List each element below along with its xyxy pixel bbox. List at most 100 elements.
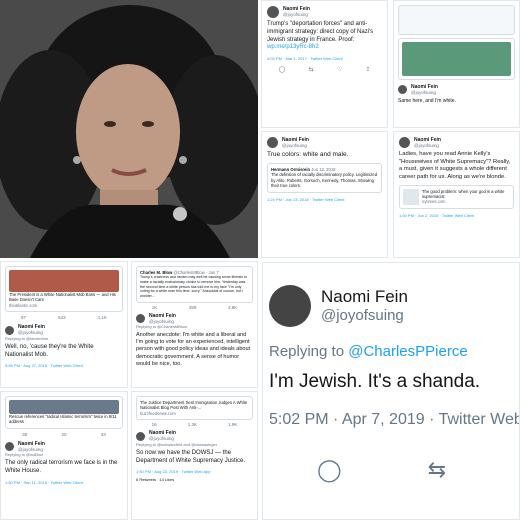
tweet-text: Another anecdote: I'm white and a libera… <box>136 332 251 367</box>
tweet-timestamp: 5:02 PM · Apr 7, 2019 · Twitter Web <box>269 410 520 428</box>
avatar <box>136 314 145 323</box>
engagement-stats: 6 Retweets 14 Likes <box>136 477 253 482</box>
author-handle: @joyofsuing <box>321 307 404 325</box>
quoted-tweet[interactable]: Charles M. Blow @CharlesMBlow · Jan 7 Tr… <box>136 266 253 303</box>
share-icon[interactable]: ⇪ <box>365 66 370 73</box>
reply-context: Replying to @CharlesMBlow <box>136 324 187 330</box>
tweet-text: Well, no, 'cause they're the White Natio… <box>5 343 94 358</box>
retweet-icon[interactable]: ⇆ <box>309 66 314 73</box>
quoted-text: The definition of racially discriminator… <box>271 172 378 189</box>
tweet-actions: 1K 359 2.8K <box>136 305 253 310</box>
tweet-actions: 16 1.3K 1.9K <box>136 422 253 427</box>
tweet-timestamp: 5:55 PM · Aug 27, 2018 · Twitter Web Cli… <box>5 363 83 369</box>
retweet-icon[interactable]: ⇆ <box>428 457 446 483</box>
like-icon[interactable]: ♡ <box>337 66 342 73</box>
link-card[interactable]: The President is a White Nationalist Mob… <box>5 266 123 313</box>
link-card-title: The President is a White Nationalist Mob… <box>9 292 116 303</box>
retweet-count[interactable]: 20 <box>61 432 66 437</box>
avatar <box>398 85 407 95</box>
tweet-timestamp: 1:50 PM · Aug 23, 2019 · Twitter Web App <box>136 469 211 475</box>
tweet-timestamp: 4:03 PM · Mar 1, 2017 · Twitter Web Clie… <box>267 56 343 62</box>
like-count[interactable]: 1.1K <box>98 315 107 320</box>
tweet-text: Same here, and I'm white. <box>398 98 456 105</box>
tweet-actions: ◯ ⇆ <box>269 457 519 483</box>
tweet-card[interactable]: Rescue references "radical Islamic terro… <box>0 391 128 520</box>
tweet-header: Naomi Fein @joyofsuing <box>136 313 253 324</box>
reply-context: Replying to @CharlesPPierce <box>269 343 519 360</box>
tweet-actions: ◯ ⇆ ♡ ⇪ <box>267 66 382 73</box>
tweet-header: Naomi Fein @joyofsuing <box>399 137 514 149</box>
link-card-image <box>9 270 119 292</box>
quoted-handle: @CharlesMBlow · Jan 7 <box>173 270 219 275</box>
reply-count[interactable]: 16 <box>152 422 157 427</box>
quoted-tweet[interactable]: Hermann Ormisrein Jun 13, 2018 The defin… <box>267 162 382 193</box>
reply-count[interactable]: 38 <box>22 432 27 437</box>
tweet-card[interactable]: Naomi Fein @joyofsuing Ladies, have you r… <box>393 131 520 258</box>
link-card[interactable]: The Justice Department Sent Immigration … <box>136 396 253 421</box>
tweet-timestamp: 1:24 PM · Jun 13, 2018 · Twitter Web Cli… <box>267 196 345 202</box>
embedded-tweet <box>398 5 515 35</box>
like-total[interactable]: 14 Likes <box>159 477 174 482</box>
quoted-author: Charles M. Blow <box>140 270 173 275</box>
author-handle: @joyofsuing <box>414 143 439 148</box>
link-card-title: The good problem: when your god is a whi… <box>422 188 505 199</box>
retweet-count[interactable]: 543 <box>58 315 66 320</box>
tweet-timestamp: 1:50 PM · Sep 11, 2018 · Twitter Web Cli… <box>5 479 83 485</box>
retweet-count[interactable]: 359 <box>189 305 197 310</box>
tweet-header: Naomi Fein @joyofsuing <box>267 6 382 18</box>
avatar <box>5 442 14 452</box>
reply-context: Replying to @schwarzfeld and @dansasinge… <box>136 441 218 447</box>
tweet-actions: 87 543 1.1K <box>5 315 123 320</box>
link-card-icon <box>403 188 419 205</box>
avatar <box>269 285 311 327</box>
collage: Naomi Fein @joyofsuing Trump's "deportati… <box>0 0 520 520</box>
author-name: Naomi Fein <box>149 312 176 319</box>
reply-context: Replying to @wdBlue <box>5 452 44 458</box>
reply-icon[interactable]: ◯ <box>279 66 286 73</box>
tweet-actions: 38 20 34 <box>5 432 123 437</box>
like-count[interactable]: 1.9K <box>228 422 237 427</box>
link-card-domain: theatlantic.com <box>9 302 38 308</box>
tweet-text: The only radical terrorism we face is in… <box>5 460 118 475</box>
featured-tweet[interactable]: Naomi Fein @joyofsuing Replying to @Charl… <box>262 262 520 520</box>
avatar <box>399 137 410 149</box>
link-card[interactable]: Rescue references "radical Islamic terro… <box>5 396 123 429</box>
tweet-header: Naomi Fein @joyofsuing <box>5 324 123 335</box>
retweet-count[interactable]: 1.3K <box>188 422 197 427</box>
link-card-domain: nytimes.com <box>422 199 446 205</box>
avatar <box>267 137 278 149</box>
link-card[interactable]: The good problem: when your god is a whi… <box>399 184 514 209</box>
link-card-title: The Justice Department Sent Immigration … <box>140 400 248 411</box>
link-card-title: Rescue references "radical Islamic terro… <box>9 414 117 425</box>
link-card-image <box>9 400 119 414</box>
reply-count[interactable]: 87 <box>21 315 26 320</box>
like-count[interactable]: 2.8K <box>228 305 237 310</box>
reply-prefix: Replying to <box>269 343 349 360</box>
tweet-card[interactable]: Naomi Fein @joyofsuing Trump's "deportati… <box>261 0 388 128</box>
video-thumbnail[interactable] <box>402 42 511 76</box>
tweet-text: Ladies, have you read Annie Kelly's "Hou… <box>399 151 511 180</box>
avatar <box>267 6 279 18</box>
embedded-media[interactable] <box>398 38 515 80</box>
tweet-card[interactable]: Naomi Fein @joyofsuing True colors: white… <box>261 131 388 258</box>
tweet-link[interactable]: wp.me/p13yRc-8h2 <box>267 44 319 50</box>
author-handle: @joyofsuing <box>411 90 436 95</box>
tweet-card[interactable]: The President is a White Nationalist Mob… <box>0 261 128 388</box>
retweet-total[interactable]: 6 Retweets <box>136 477 156 482</box>
reply-count[interactable]: 1K <box>152 305 158 310</box>
tweet-text: Trump's "deportation forces" and anti-im… <box>267 21 382 52</box>
tweet-card[interactable]: Naomi Fein @joyofsuing Same here, and I'm… <box>393 0 520 128</box>
portrait-photo <box>0 0 258 258</box>
link-card-domain: buzzfeednews.com <box>140 410 176 416</box>
reply-icon[interactable]: ◯ <box>317 457 342 483</box>
like-count[interactable]: 34 <box>101 432 106 437</box>
avatar <box>136 431 145 441</box>
quoted-time: Jun 13, 2018 <box>311 166 336 172</box>
avatar <box>5 325 14 335</box>
reply-to-link[interactable]: @CharlesPPierce <box>348 343 467 360</box>
tweet-header: Naomi Fein @joyofsuing <box>398 84 515 95</box>
author-name: Naomi Fein <box>321 286 408 306</box>
tweet-card[interactable]: The Justice Department Sent Immigration … <box>131 391 258 520</box>
tweet-card[interactable]: Charles M. Blow @CharlesMBlow · Jan 7 Tr… <box>131 261 258 388</box>
author-handle: @joyofsuing <box>18 330 43 336</box>
